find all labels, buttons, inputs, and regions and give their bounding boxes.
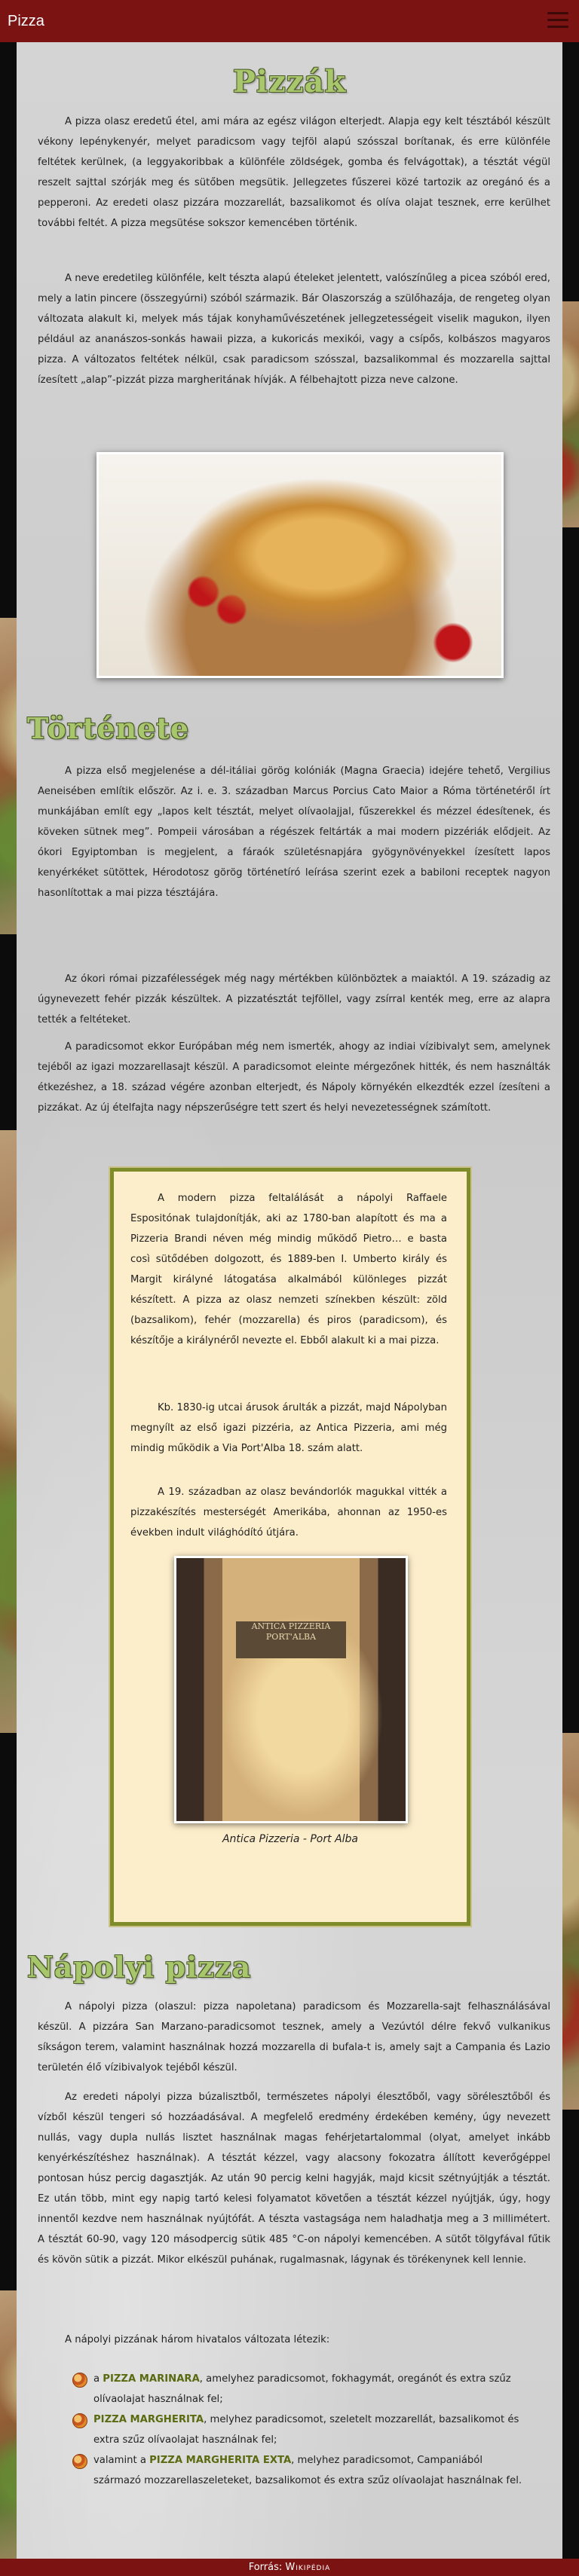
variant-prefix: valamint a	[93, 2455, 150, 2466]
pizza-bullet-icon	[72, 2373, 87, 2388]
pizzeria-sign: ANTICA PIZZERIA PORT'ALBA	[236, 1621, 346, 1658]
box-paragraph-1: A modern pizza feltalálását a nápolyi Ra…	[130, 1193, 447, 1346]
footer-label: Forrás:	[248, 2562, 286, 2573]
history-paragraph-2: Az ókori római pizzafélességek még nagy …	[38, 973, 550, 1025]
variant-name: PIZZA MARGHERITA EXTA	[149, 2455, 292, 2466]
wikipedia-link[interactable]: Wikipédia	[285, 2562, 330, 2573]
heading-pizzak: Pizzák	[232, 64, 347, 99]
pizza-photo	[96, 452, 504, 678]
intro-paragraph-1: A pizza olasz eredetű étel, ami mára az …	[38, 116, 550, 229]
variant-name: PIZZA MARINARA	[103, 2373, 200, 2385]
app-title: Pizza	[8, 13, 44, 29]
history-paragraph-1: A pizza első megjelenése a dél-itáliai g…	[38, 765, 550, 899]
top-bar: Pizza	[0, 0, 579, 42]
naples-paragraph-2: Az eredeti nápolyi pizza búzalisztből, t…	[38, 2092, 550, 2266]
naples-paragraph-1: A nápolyi pizza (olaszul: pizza napoleta…	[38, 2001, 550, 2073]
pizza-bullet-icon	[72, 2454, 87, 2469]
variant-name: PIZZA MARGHERITA	[93, 2414, 204, 2425]
box-paragraph-3: A 19. században az olasz bevándorlók mag…	[130, 1487, 447, 1539]
variant-prefix: a	[93, 2373, 103, 2385]
antica-pizzeria-photo: ANTICA PIZZERIA PORT'ALBA	[174, 1556, 408, 1823]
pizza-bullet-icon	[72, 2413, 87, 2428]
intro-paragraph-2: A neve eredetileg különféle, kelt tészta…	[38, 273, 550, 386]
list-item: valamint a PIZZA MARGHERITA EXTA, melyhe…	[72, 2450, 525, 2491]
heading-tortenete: Története	[27, 711, 190, 745]
hamburger-menu-icon[interactable]	[547, 12, 568, 29]
photo-caption: Antica Pizzeria - Port Alba	[222, 1833, 358, 1845]
list-item: PIZZA MARGHERITA, melyhez paradicsomot, …	[72, 2409, 525, 2450]
heading-napolyi-pizza: Nápolyi pizza	[27, 1950, 252, 1984]
box-paragraph-2: Kb. 1830-ig utcai árusok árulták a pizzá…	[130, 1402, 447, 1454]
history-paragraph-3: A paradicsomot ekkor Európában még nem i…	[38, 1041, 550, 1114]
footer: Forrás: Wikipédia	[0, 2559, 579, 2576]
history-highlight-box: A modern pizza feltalálását a nápolyi Ra…	[109, 1166, 472, 1927]
naples-paragraph-3: A nápolyi pizzának három hivatalos válto…	[65, 2334, 330, 2345]
list-item: a PIZZA MARINARA, amelyhez paradicsomot,…	[72, 2369, 525, 2409]
